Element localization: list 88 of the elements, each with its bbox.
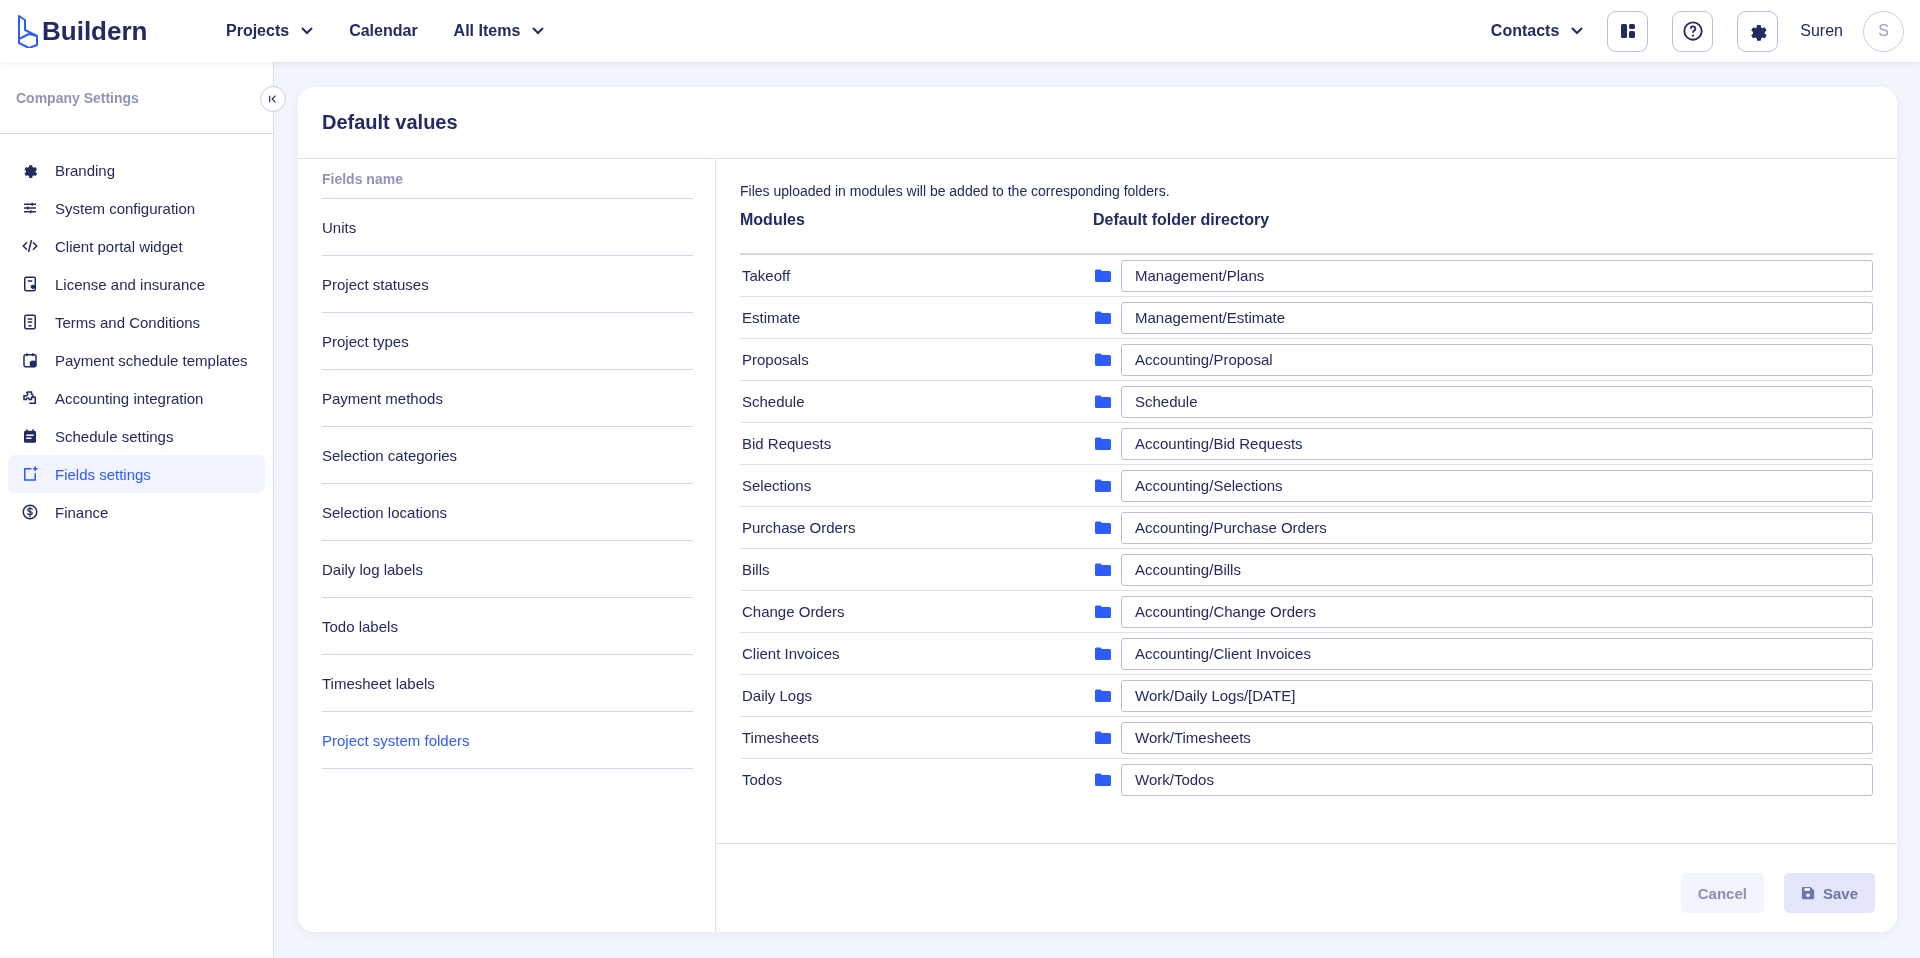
dollar-icon bbox=[21, 503, 39, 521]
collapse-icon bbox=[268, 94, 278, 104]
calendar-icon bbox=[21, 427, 39, 445]
module-name: Bid Requests bbox=[741, 435, 833, 452]
field-list-item[interactable]: Timesheet labels bbox=[322, 655, 693, 712]
sidebar-item[interactable]: License and insurance bbox=[8, 265, 265, 303]
folder-icon bbox=[1095, 353, 1111, 366]
folder-icon bbox=[1095, 773, 1111, 786]
info-text: Files uploaded in modules will be added to the corresponding folders. bbox=[740, 183, 1171, 199]
folder-path-input[interactable]: Schedule bbox=[1121, 385, 1873, 418]
help-button[interactable] bbox=[1672, 10, 1714, 52]
module-name: Takeoff bbox=[741, 267, 792, 284]
module-name: Purchase Orders bbox=[741, 519, 857, 536]
sidebar-item[interactable]: Schedule settings bbox=[8, 417, 265, 455]
field-list-item[interactable]: Payment methods bbox=[322, 370, 693, 427]
layout-button[interactable] bbox=[1607, 10, 1649, 52]
field-list-item[interactable]: Todo labels bbox=[322, 598, 693, 655]
nav-link[interactable]: Projects bbox=[226, 22, 314, 40]
module-name: Timesheets bbox=[741, 729, 820, 746]
folder-icon bbox=[1095, 689, 1111, 702]
field-list-item[interactable]: Project statuses bbox=[322, 256, 693, 313]
folder-path-input[interactable]: Accounting/Bills bbox=[1121, 553, 1873, 586]
collapse-button[interactable] bbox=[260, 86, 286, 112]
folder-icon bbox=[1095, 479, 1111, 492]
puzzle-icon bbox=[21, 389, 39, 407]
column-header: Default folder directory bbox=[1093, 211, 1270, 229]
card-title: Default values bbox=[298, 87, 1897, 159]
chevron-down-icon[interactable] bbox=[1571, 27, 1584, 35]
contacts-link[interactable]: Contacts bbox=[1490, 22, 1584, 40]
module-name: Schedule bbox=[741, 393, 806, 410]
sidebar-item[interactable]: Client portal widget bbox=[8, 227, 265, 265]
chevron-down-icon[interactable] bbox=[532, 27, 545, 35]
folder-path-input[interactable]: Accounting/Purchase Orders bbox=[1121, 511, 1873, 544]
field-list-item[interactable]: Project types bbox=[322, 313, 693, 370]
column-header: Modules bbox=[740, 211, 806, 229]
nav-link[interactable]: All Items bbox=[453, 22, 545, 40]
settings-button[interactable] bbox=[1737, 10, 1779, 52]
folder-icon bbox=[1095, 437, 1111, 450]
module-name: Client Invoices bbox=[741, 645, 841, 662]
field-list-item[interactable]: Project system folders bbox=[322, 712, 693, 769]
folder-path-input[interactable]: Accounting/Selections bbox=[1121, 469, 1873, 502]
folder-path-input[interactable]: Accounting/Change Orders bbox=[1121, 595, 1873, 628]
folder-icon bbox=[1095, 647, 1111, 660]
field-list-item[interactable]: Daily log labels bbox=[322, 541, 693, 598]
module-name: Selections bbox=[741, 477, 813, 494]
folder-icon bbox=[1095, 521, 1111, 534]
sidebar-item[interactable]: Fields settings bbox=[8, 455, 265, 493]
sidebar-item[interactable]: Finance bbox=[8, 493, 265, 531]
field-list-item[interactable]: Units bbox=[322, 199, 693, 256]
module-name: Todos bbox=[741, 771, 784, 788]
folder-icon bbox=[1095, 605, 1111, 618]
module-name: Change Orders bbox=[741, 603, 846, 620]
folder-path-input[interactable]: Accounting/Bid Requests bbox=[1121, 427, 1873, 460]
logo-text: Buildern bbox=[42, 15, 148, 47]
code-icon bbox=[21, 237, 39, 255]
folder-path-input[interactable]: Work/Todos bbox=[1121, 763, 1873, 796]
folder-path-input[interactable]: Accounting/Client Invoices bbox=[1121, 637, 1873, 670]
nav-link[interactable]: Calendar bbox=[349, 22, 418, 40]
field-list-item[interactable]: Selection categories bbox=[322, 427, 693, 484]
document-icon bbox=[21, 313, 39, 331]
folder-icon bbox=[1095, 311, 1111, 324]
sidebar-item[interactable]: Payment schedule templates bbox=[8, 341, 265, 379]
folder-path-input[interactable]: Accounting/Proposal bbox=[1121, 343, 1873, 376]
module-name: Estimate bbox=[741, 309, 802, 326]
module-name: Bills bbox=[741, 561, 771, 578]
folder-path-input[interactable]: Work/Daily Logs/[DATE] bbox=[1121, 679, 1873, 712]
folder-icon bbox=[1095, 269, 1111, 282]
folder-icon bbox=[1095, 731, 1111, 744]
cube-logo-icon bbox=[16, 14, 40, 48]
sidebar-item[interactable]: Branding bbox=[8, 151, 265, 189]
field-list-item[interactable]: Selection locations bbox=[322, 484, 693, 541]
calendar-dollar-icon bbox=[21, 351, 39, 369]
sidebar-item[interactable]: Terms and Conditions bbox=[8, 303, 265, 341]
folder-path-input[interactable]: Work/Timesheets bbox=[1121, 721, 1873, 754]
column-header: Fields name bbox=[322, 159, 693, 199]
module-name: Daily Logs bbox=[741, 687, 814, 704]
help-icon bbox=[1681, 20, 1704, 42]
document-shield-icon bbox=[21, 275, 39, 293]
chevron-down-icon[interactable] bbox=[301, 27, 314, 35]
folder-path-input[interactable]: Management/Estimate bbox=[1121, 301, 1873, 334]
sidebar-item[interactable]: Accounting integration bbox=[8, 379, 265, 417]
folder-icon bbox=[1095, 395, 1111, 408]
add-square-icon bbox=[21, 465, 39, 483]
folder-path-input[interactable]: Management/Plans bbox=[1121, 259, 1873, 292]
user-name: Suren bbox=[1800, 22, 1843, 40]
sidebar-item[interactable]: System configuration bbox=[8, 189, 265, 227]
folder-icon bbox=[1095, 563, 1111, 576]
module-name: Proposals bbox=[741, 351, 810, 368]
